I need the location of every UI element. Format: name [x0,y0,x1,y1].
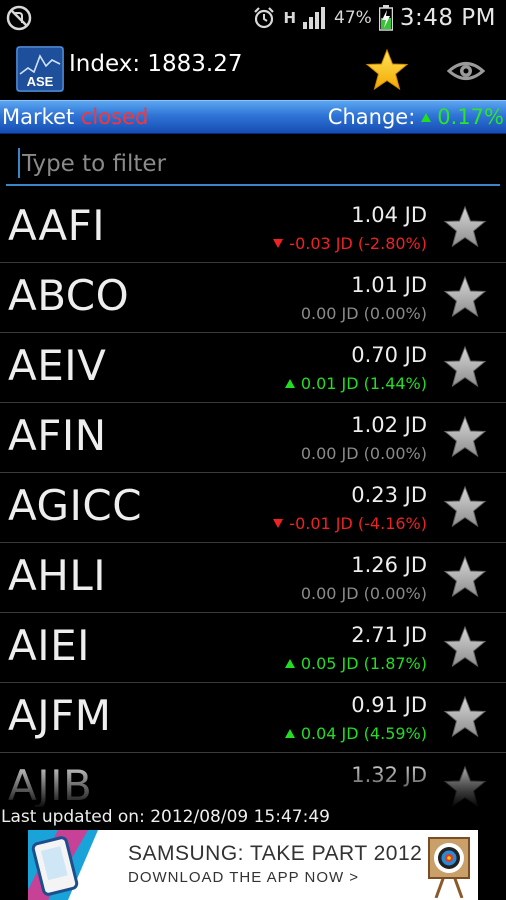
stock-row[interactable]: AGICC 0.23 JD -0.01 JD (-4.16%) [0,473,506,543]
stock-change-text: 0.01 JD (1.44%) [300,374,427,393]
stock-symbol: ABCO [8,271,130,320]
stock-row[interactable]: AJIB 1.32 JD [0,753,506,807]
stock-change-text: 0.00 JD (0.00%) [300,444,427,463]
alarm-clock-icon [254,7,275,29]
archery-target-icon [428,837,470,898]
stock-price: 1.32 JD [351,763,427,787]
app-header: ASE Index: 1883.27 [0,36,506,100]
star-outline-icon[interactable] [442,765,488,807]
star-outline-icon[interactable] [442,345,488,389]
stock-change: 0.00 JD (0.00%) [301,584,427,603]
stock-row[interactable]: AFIN 1.02 JD 0.00 JD (0.00%) [0,403,506,473]
stock-symbol: AJFM [8,691,112,740]
stock-row[interactable]: AHLI 1.26 JD 0.00 JD (0.00%) [0,543,506,613]
arrow-up-icon [284,659,295,668]
star-icon[interactable] [364,48,410,92]
change-value: 0.17% [437,105,504,129]
stock-change: 0.04 JD (4.59%) [284,724,427,743]
logo-text: ASE [27,74,54,89]
stock-change-text: 0.00 JD (0.00%) [300,304,427,323]
stock-row[interactable]: ABCO 1.01 JD 0.00 JD (0.00%) [0,263,506,333]
stock-change-text: 0.00 JD (0.00%) [300,584,427,603]
stock-change: 0.01 JD (1.44%) [284,374,427,393]
ad-cta: DOWNLOAD THE APP NOW > [128,869,360,886]
stock-price: 0.23 JD [351,483,427,507]
stock-change-text: -0.01 JD (-4.16%) [289,514,427,533]
status-bar: H 47% 3:48 PM [0,0,506,36]
star-outline-icon[interactable] [442,415,488,459]
stock-symbol: AIEI [8,621,91,670]
stock-symbol: AFIN [8,411,107,460]
clock: 3:48 PM [399,5,496,31]
star-outline-icon[interactable] [442,625,488,669]
market-status-bar: Market closed Change: 0.17% [0,100,506,134]
star-outline-icon[interactable] [442,695,488,739]
stock-change: 0.00 JD (0.00%) [301,444,427,463]
stock-price: 1.01 JD [351,273,427,297]
stock-change-text: -0.03 JD (-2.80%) [289,234,427,253]
stock-price: 1.04 JD [351,203,427,227]
network-type: H [283,9,297,27]
eye-icon[interactable] [447,56,485,86]
stock-change: 0.00 JD (0.00%) [301,304,427,323]
stock-change-text: 0.04 JD (4.59%) [300,724,427,743]
star-outline-icon[interactable] [442,205,488,249]
filter-box [6,142,500,186]
stock-change-text: 0.05 JD (1.87%) [300,654,427,673]
stock-change: 0.05 JD (1.87%) [284,654,427,673]
stock-symbol: AAFI [8,201,106,250]
index-title: Index: 1883.27 [69,51,243,77]
stock-row[interactable]: AEIV 0.70 JD 0.01 JD (1.44%) [0,333,506,403]
battery-charging-icon [378,5,393,31]
market-state: closed [80,105,149,129]
star-outline-icon[interactable] [442,485,488,529]
stock-row[interactable]: AIEI 2.71 JD 0.05 JD (1.87%) [0,613,506,683]
arrow-up-icon [421,112,432,122]
last-updated: Last updated on: 2012/08/09 15:47:49 [1,807,330,827]
stock-change: -0.03 JD (-2.80%) [273,234,427,253]
ad-headline: SAMSUNG: TAKE PART 2012 [128,842,423,865]
stock-symbol: AHLI [8,551,107,600]
market-status: Market closed [2,105,148,129]
stock-list[interactable]: AAFI 1.04 JD -0.03 JD (-2.80%) ABCO 1.01 JD 0… [0,193,506,807]
stock-symbol: AGICC [8,481,143,530]
filter-input[interactable] [20,146,494,182]
no-wallpaper-icon [6,5,32,31]
stock-price: 0.70 JD [351,343,427,367]
stock-symbol: AEIV [8,341,107,390]
change-label: Change: [327,105,416,129]
stock-change: -0.01 JD (-4.16%) [273,514,427,533]
stock-row[interactable]: AAFI 1.04 JD -0.03 JD (-2.80%) [0,193,506,263]
star-outline-icon[interactable] [442,275,488,319]
market-label: Market [2,105,75,129]
stock-row[interactable]: AJFM 0.91 JD 0.04 JD (4.59%) [0,683,506,753]
battery-percent: 47% [334,8,372,28]
stock-price: 0.91 JD [351,693,427,717]
app-phone-icon [28,830,98,900]
arrow-down-icon [273,239,284,248]
arrow-up-icon [284,379,295,388]
star-outline-icon[interactable] [442,555,488,599]
stock-price: 1.02 JD [351,413,427,437]
arrow-down-icon [273,519,284,528]
signal-icon [303,7,326,29]
ase-logo[interactable]: ASE [16,46,64,92]
ad-banner[interactable]: SAMSUNG: TAKE PART 2012 DOWNLOAD THE APP… [28,830,478,900]
stock-price: 1.26 JD [351,553,427,577]
arrow-up-icon [284,729,295,738]
stock-symbol: AJIB [8,761,93,807]
index-change: Change: 0.17% [328,105,504,129]
stock-price: 2.71 JD [351,623,427,647]
